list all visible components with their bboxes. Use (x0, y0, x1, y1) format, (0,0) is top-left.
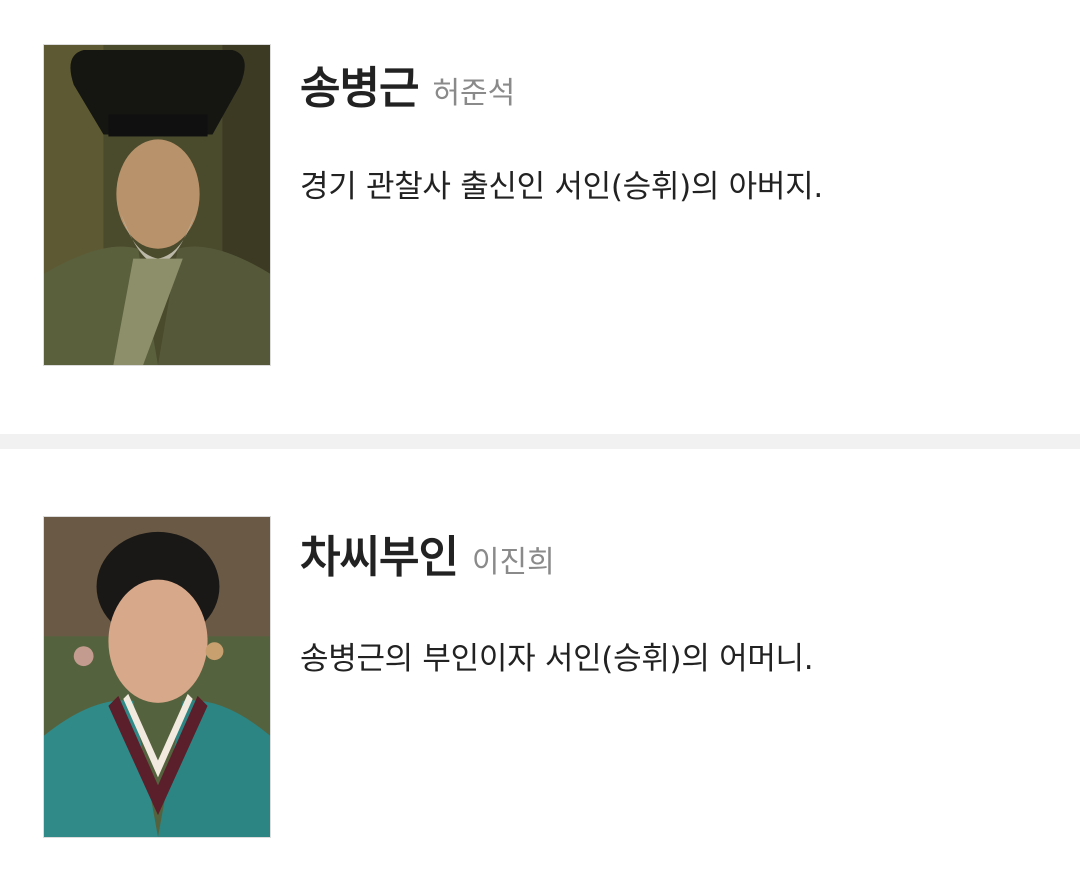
character-description: 경기 관찰사 출신인 서인(승휘)의 아버지. (300, 169, 823, 205)
character-card-2[interactable]: 차씨부인 이진희 송병근의 부인이자 서인(승휘)의 어머니. (0, 449, 1080, 879)
actor-name[interactable]: 이진희 (472, 545, 555, 580)
section-divider (0, 434, 1080, 449)
name-line: 송병근 허준석 (300, 52, 515, 116)
character-photo[interactable] (43, 44, 271, 366)
portrait-image (44, 45, 270, 365)
name-line: 차씨부인 이진희 (300, 521, 555, 585)
character-name: 차씨부인 (300, 532, 459, 583)
character-card-1[interactable]: 송병근 허준석 경기 관찰사 출신인 서인(승휘)의 아버지. (0, 0, 1080, 434)
portrait-image (44, 517, 270, 837)
character-photo[interactable] (43, 516, 271, 838)
actor-name[interactable]: 허준석 (432, 76, 515, 111)
character-name: 송병근 (300, 63, 419, 114)
character-description: 송병근의 부인이자 서인(승휘)의 어머니. (300, 641, 814, 677)
